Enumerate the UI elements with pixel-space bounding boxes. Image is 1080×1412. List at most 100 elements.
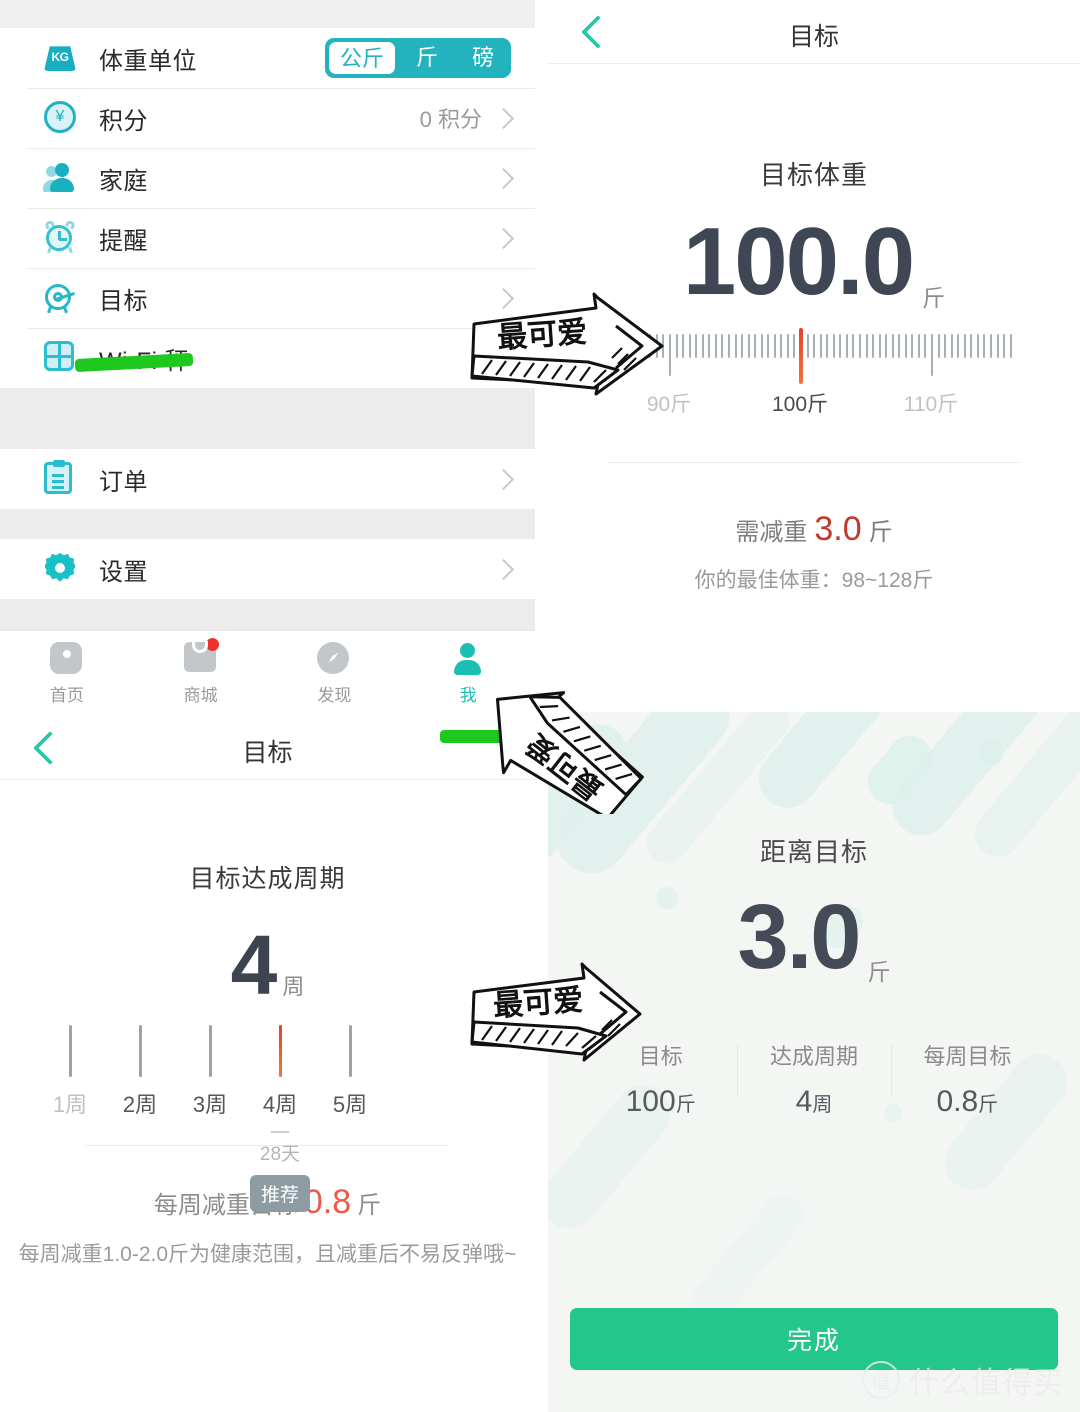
home-icon bbox=[49, 641, 84, 676]
section-heading: 目标达成周期 bbox=[189, 865, 346, 893]
ruler-tick bbox=[917, 334, 920, 358]
alarm-icon bbox=[43, 219, 78, 255]
best-weight-range: 你的最佳体重：98~128斤 bbox=[694, 569, 934, 592]
tab-home[interactable]: 首页 bbox=[0, 631, 134, 716]
ruler-tick bbox=[688, 334, 691, 358]
watermark: 值 什么值得买 bbox=[862, 1358, 1064, 1402]
settings-row-label: 目标 bbox=[99, 287, 148, 315]
ruler-tick bbox=[819, 334, 822, 358]
stat-label: 每周目标 bbox=[923, 1044, 1012, 1069]
ruler-tick bbox=[891, 334, 894, 358]
ruler-tick bbox=[701, 334, 704, 358]
ruler-tick bbox=[832, 334, 835, 358]
ruler-tick bbox=[904, 334, 907, 358]
week-option[interactable]: 3周 bbox=[175, 1025, 245, 1119]
watermark-text: 什么值得买 bbox=[909, 1367, 1064, 1400]
ruler-tick bbox=[989, 334, 992, 358]
weekly-goal-tip: 每周减重1.0-2.0斤为健康范围，且减重后不易反弹哦~ bbox=[18, 1243, 517, 1266]
ruler-label: 100斤 bbox=[771, 393, 829, 416]
ruler-tick bbox=[780, 334, 783, 358]
distance-unit: 斤 bbox=[867, 959, 891, 985]
ruler-tick bbox=[806, 334, 809, 358]
segment-option-pound[interactable]: 磅 bbox=[455, 38, 511, 78]
tab-shop[interactable]: 商城 bbox=[134, 631, 268, 716]
week-option[interactable]: 5周 bbox=[315, 1025, 385, 1119]
week-label: 3周 bbox=[192, 1092, 228, 1117]
ruler-tick bbox=[747, 334, 750, 358]
week-label: 4周 bbox=[262, 1092, 298, 1117]
settings-row-label: 体重单位 bbox=[99, 47, 197, 75]
ruler-tick bbox=[878, 334, 881, 358]
profile-icon bbox=[451, 642, 485, 676]
stat-label: 达成周期 bbox=[769, 1044, 858, 1069]
weight-kg-icon: KG bbox=[44, 41, 78, 75]
ruler-label: 110斤 bbox=[903, 393, 959, 416]
settings-row-label: 家庭 bbox=[99, 167, 148, 195]
week-label: 1周 bbox=[52, 1092, 88, 1117]
settings-row-weight-unit[interactable]: KG 体重单位 公斤 斤 磅 bbox=[0, 28, 535, 88]
settings-row-orders[interactable]: 订单 bbox=[0, 449, 535, 509]
settings-row-goal[interactable]: 目标 bbox=[0, 268, 535, 328]
ruler-tick bbox=[963, 334, 966, 358]
ruler-tick bbox=[898, 334, 901, 358]
cycle-value-group: 4周 bbox=[0, 923, 535, 1007]
family-icon bbox=[43, 161, 78, 195]
ruler-tick bbox=[944, 334, 947, 358]
ruler-tick bbox=[734, 334, 737, 358]
week-label: 2周 bbox=[122, 1092, 158, 1117]
settings-row-family[interactable]: 家庭 bbox=[0, 148, 535, 208]
tab-label: 首页 bbox=[49, 685, 84, 705]
annotation-text: 最可爱 bbox=[496, 316, 588, 355]
distance-value: 3.0 bbox=[737, 886, 862, 988]
settings-row-label: 设置 bbox=[99, 558, 148, 586]
ruler-tick bbox=[970, 334, 973, 358]
navbar: 目标 bbox=[0, 716, 535, 780]
ruler-cursor[interactable] bbox=[799, 328, 803, 384]
week-tick bbox=[68, 1025, 72, 1077]
week-option[interactable]: 4周 28天 推荐 bbox=[245, 1025, 315, 1212]
ruler-tick bbox=[708, 334, 711, 358]
target-weight-unit: 斤 bbox=[922, 285, 946, 311]
ruler-tick bbox=[996, 334, 999, 358]
page-title: 目标 bbox=[788, 23, 839, 51]
stat-cycle: 达成周期 4周 bbox=[737, 1039, 890, 1119]
ruler-tick bbox=[714, 334, 717, 358]
ruler-major-tick bbox=[669, 334, 671, 376]
ruler-tick bbox=[741, 334, 744, 358]
week-selector[interactable]: 1周 2周 3周 4周 28天 推荐 5周 bbox=[0, 1025, 535, 1212]
ruler-tick bbox=[983, 334, 986, 358]
ruler-tick bbox=[885, 334, 888, 358]
settings-row-settings[interactable]: 设置 bbox=[0, 539, 535, 599]
tab-discover[interactable]: 发现 bbox=[268, 631, 402, 716]
section-heading: 目标体重 bbox=[759, 160, 868, 190]
ruler-tick bbox=[950, 334, 953, 358]
settings-row-reminder[interactable]: 提醒 bbox=[0, 208, 535, 268]
segment-option-jin[interactable]: 斤 bbox=[399, 38, 455, 78]
list-top-gap bbox=[0, 0, 535, 28]
gear-icon bbox=[44, 552, 78, 586]
chevron-right-icon bbox=[492, 468, 515, 490]
ruler-tick bbox=[682, 334, 685, 358]
segment-option-kg[interactable]: 公斤 bbox=[327, 41, 396, 75]
goal-cycle-screen: 目标 目标达成周期 4周 1周 2周 3周 4周 28天 推荐 5周 每周减重目标 0.8 斤 … bbox=[0, 716, 535, 1412]
tab-label: 发现 bbox=[317, 685, 352, 705]
ruler-tick bbox=[1003, 334, 1006, 358]
annotation-arrow-3: 最可爱 bbox=[470, 962, 642, 1062]
week-option[interactable]: 2周 bbox=[105, 1025, 175, 1119]
stat-value: 0.8斤 bbox=[936, 1085, 999, 1118]
ruler-tick bbox=[695, 334, 698, 358]
week-option[interactable]: 1周 bbox=[35, 1025, 105, 1119]
annotation-arrow-2: 最可爱 bbox=[496, 691, 644, 814]
settings-row-points[interactable]: 积分 0 积分 bbox=[0, 88, 535, 148]
navbar: 目标 bbox=[548, 0, 1080, 64]
ruler-tick bbox=[793, 334, 796, 358]
compass-icon bbox=[317, 641, 351, 676]
unit-segment-control[interactable]: 公斤 斤 磅 bbox=[324, 38, 511, 78]
stat-value: 100斤 bbox=[625, 1085, 696, 1118]
ruler-tick bbox=[924, 334, 927, 358]
ruler-tick bbox=[826, 334, 829, 358]
ruler-tick bbox=[865, 334, 868, 358]
ruler-tick bbox=[937, 334, 940, 358]
result-screen: 距离目标 3.0 斤 目标 100斤 达成周期 4周 每周目标 0.8斤 完成 bbox=[548, 712, 1080, 1412]
need-lose-unit: 斤 bbox=[868, 519, 893, 546]
